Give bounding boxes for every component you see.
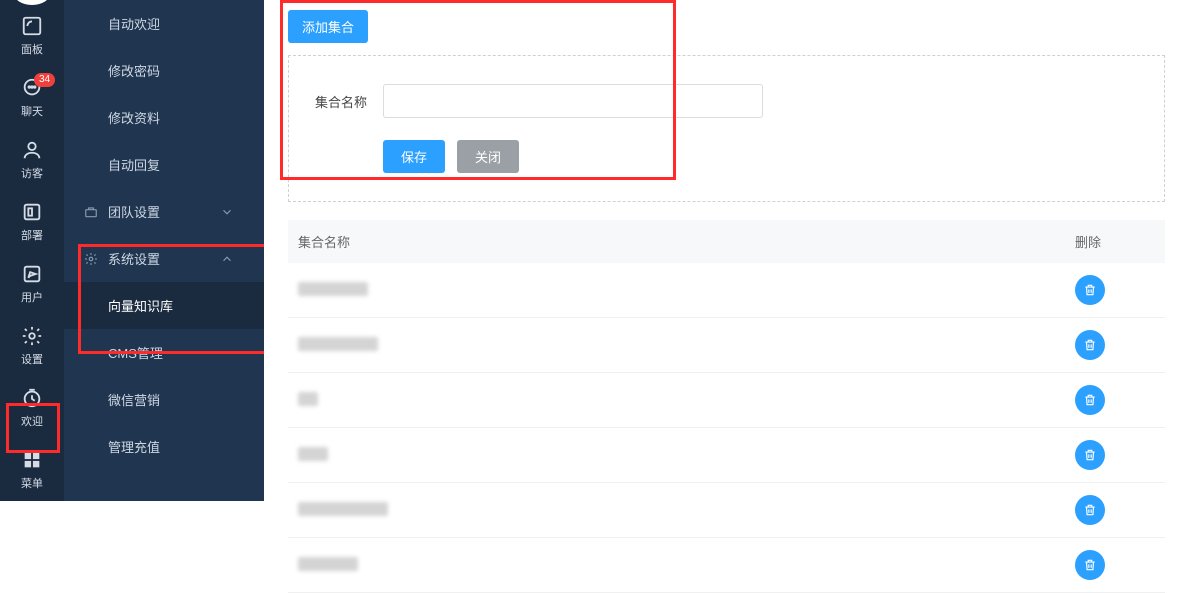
- chevron-down-icon: [220, 205, 234, 219]
- rail-deploy[interactable]: 部署: [0, 191, 64, 253]
- menu-label: 管理充值: [108, 440, 160, 455]
- menu-label: 微信营销: [108, 393, 160, 408]
- row-name: [298, 502, 1075, 519]
- user-edit-icon: [21, 263, 43, 285]
- table-row: [288, 428, 1165, 483]
- delete-button[interactable]: [1075, 330, 1105, 360]
- deploy-icon: [21, 201, 43, 223]
- form-row-name: 集合名称: [315, 84, 1138, 118]
- menu-group-label: 系统设置: [108, 249, 160, 268]
- row-name: [298, 447, 1075, 464]
- col-name: 集合名称: [298, 232, 1075, 251]
- rail-label: 设置: [21, 351, 43, 367]
- menu-group-label: 团队设置: [108, 202, 160, 221]
- form-buttons: 保存 关闭: [383, 140, 1138, 173]
- rail-panel[interactable]: 面板: [0, 5, 64, 67]
- menu-label: 向量知识库: [108, 299, 173, 314]
- trash-icon: [1083, 558, 1097, 572]
- menu-label: 自动回复: [108, 158, 160, 173]
- delete-button[interactable]: [1075, 385, 1105, 415]
- delete-button[interactable]: [1075, 275, 1105, 305]
- briefcase-icon: [84, 205, 98, 219]
- collections-table: 集合名称 删除: [288, 220, 1165, 593]
- clock-icon: [21, 387, 43, 409]
- trash-icon: [1083, 393, 1097, 407]
- close-button[interactable]: 关闭: [457, 140, 519, 173]
- grid-icon: [21, 449, 43, 471]
- chevron-up-icon: [220, 252, 234, 266]
- menu-recharge[interactable]: 管理充值: [64, 423, 264, 470]
- save-button[interactable]: 保存: [383, 140, 445, 173]
- menu-cms[interactable]: CMS管理: [64, 329, 264, 376]
- trash-icon: [1083, 503, 1097, 517]
- menu-label: 修改资料: [108, 111, 160, 126]
- rail-label: 菜单: [21, 475, 43, 491]
- table-row: [288, 483, 1165, 538]
- gear-icon: [21, 325, 43, 347]
- menu-change-pwd[interactable]: 修改密码: [64, 47, 264, 94]
- chat-badge: 34: [34, 73, 55, 87]
- rail-label: 部署: [21, 227, 43, 243]
- rail-label: 用户: [21, 289, 43, 305]
- rail-welcome[interactable]: 欢迎: [0, 377, 64, 439]
- rail-label: 聊天: [21, 103, 43, 119]
- trash-icon: [1083, 448, 1097, 462]
- row-name: [298, 557, 1075, 574]
- menu-auto-welcome[interactable]: 自动欢迎: [64, 0, 264, 47]
- visitor-icon: [21, 139, 43, 161]
- rail-menu[interactable]: 菜单: [0, 439, 64, 501]
- rail-label: 访客: [21, 165, 43, 181]
- delete-button[interactable]: [1075, 495, 1105, 525]
- menu-change-profile[interactable]: 修改资料: [64, 94, 264, 141]
- secondary-menu: 自动欢迎 修改密码 修改资料 自动回复 团队设置 系统设置 向量知识库 CMS管…: [64, 0, 264, 501]
- table-row: [288, 373, 1165, 428]
- collection-form: 集合名称 保存 关闭: [288, 55, 1165, 202]
- table-row: [288, 538, 1165, 593]
- main-content: 添加集合 集合名称 保存 关闭 集合名称 删除: [264, 0, 1189, 501]
- menu-wechat-market[interactable]: 微信营销: [64, 376, 264, 423]
- menu-label: CMS管理: [108, 346, 163, 361]
- col-delete: 删除: [1075, 232, 1155, 251]
- row-name: [298, 282, 1075, 299]
- rail-label: 面板: [21, 41, 43, 57]
- rail-label: 欢迎: [21, 413, 43, 429]
- collection-name-input[interactable]: [383, 84, 763, 118]
- rail-user[interactable]: 用户: [0, 253, 64, 315]
- delete-button[interactable]: [1075, 440, 1105, 470]
- delete-button[interactable]: [1075, 550, 1105, 580]
- menu-auto-reply[interactable]: 自动回复: [64, 141, 264, 188]
- menu-group-system[interactable]: 系统设置: [64, 235, 264, 282]
- trash-icon: [1083, 283, 1097, 297]
- row-name: [298, 337, 1075, 354]
- menu-group-team[interactable]: 团队设置: [64, 188, 264, 235]
- panel-icon: [21, 15, 43, 37]
- rail-sidebar: ◐ 面板 34 聊天 访客 部署 用户 设置 欢迎 菜单: [0, 0, 64, 501]
- trash-icon: [1083, 338, 1097, 352]
- gear-icon: [84, 252, 98, 266]
- rail-visitor[interactable]: 访客: [0, 129, 64, 191]
- table-row: [288, 263, 1165, 318]
- menu-vector-kb[interactable]: 向量知识库: [64, 282, 264, 329]
- row-name: [298, 392, 1075, 409]
- rail-chat[interactable]: 34 聊天: [0, 67, 64, 129]
- add-collection-button[interactable]: 添加集合: [288, 10, 368, 43]
- rail-setting[interactable]: 设置: [0, 315, 64, 377]
- table-header: 集合名称 删除: [288, 220, 1165, 263]
- menu-label: 自动欢迎: [108, 17, 160, 32]
- table-row: [288, 318, 1165, 373]
- form-name-label: 集合名称: [315, 92, 375, 111]
- menu-label: 修改密码: [108, 64, 160, 79]
